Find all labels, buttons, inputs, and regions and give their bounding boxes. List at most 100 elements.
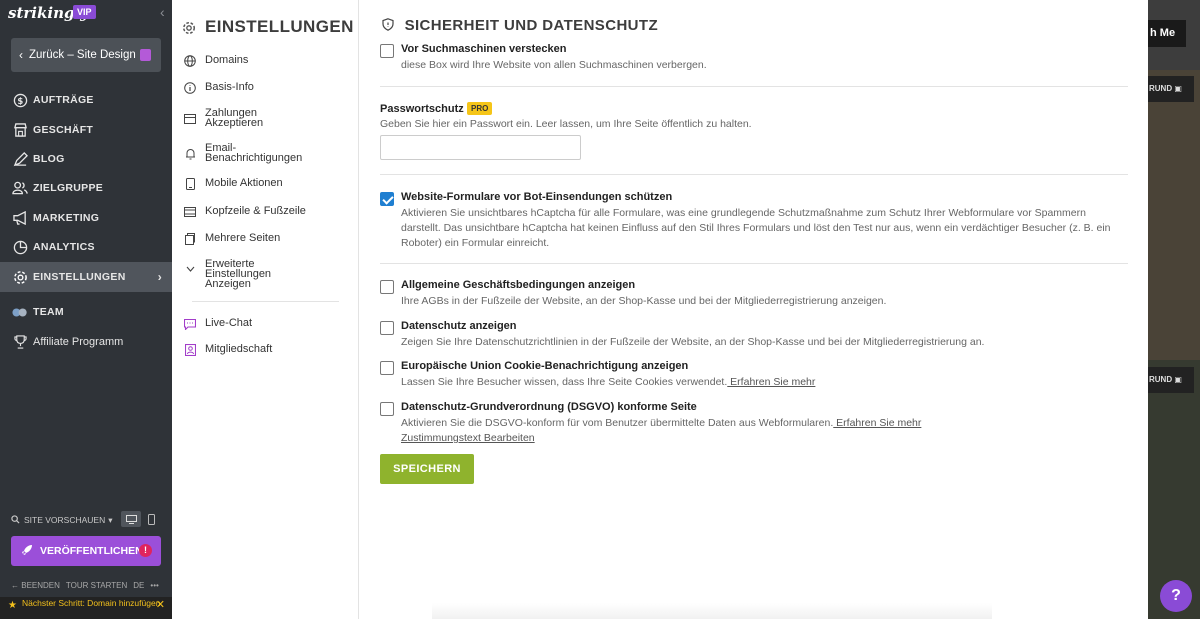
chevron-down-icon <box>183 262 197 276</box>
back-to-site-design-button[interactable]: ‹ Zurück – Site Design <box>11 38 161 72</box>
sidebar-item-analytics[interactable]: ANALYTICS <box>0 232 172 262</box>
section-title: SICHERHEIT UND DATENSCHUTZ <box>382 17 658 35</box>
save-button[interactable]: SPEICHERN <box>380 454 474 484</box>
dollar-circle-icon: $ <box>12 92 28 108</box>
sidebar-item-label: ZIELGRUPPE <box>33 182 104 194</box>
settings-nav-payments[interactable]: Zahlungen Akzeptieren <box>184 108 285 129</box>
terms-checkbox[interactable] <box>380 280 394 294</box>
close-icon[interactable]: ✕ <box>156 600 165 611</box>
settings-nav-advanced-toggle[interactable]: Erweiterte Einstellungen Anzeigen <box>186 259 305 290</box>
hide-from-search-label[interactable]: Vor Suchmaschinen verstecken <box>401 43 566 55</box>
edit-consent-text-link[interactable]: Zustimmungstext Bearbeiten <box>401 432 535 444</box>
editor-bottom-links: ← BEENDEN TOUR STARTEN DE ••• <box>11 581 159 590</box>
terms-label[interactable]: Allgemeine Geschäftsbedingungen anzeigen <box>401 279 635 291</box>
settings-nav-mobile-actions[interactable]: Mobile Aktionen <box>185 178 283 190</box>
mobile-preview-button[interactable] <box>145 511 157 527</box>
search-icon <box>11 514 20 526</box>
publish-warning-badge: ! <box>139 544 152 557</box>
gear-icon <box>172 18 196 38</box>
gdpr-learn-more-link[interactable]: Erfahren Sie mehr <box>833 417 921 429</box>
preview-background-tag: RUND ▣ <box>1148 76 1194 102</box>
start-tour-link[interactable]: TOUR STARTEN <box>66 581 127 590</box>
cookie-desc: Lassen Sie Ihre Besucher wissen, dass Ih… <box>401 376 816 388</box>
collapse-sidebar-icon[interactable]: ‹ <box>160 4 165 20</box>
shield-icon <box>382 18 394 35</box>
sidebar-item-einstellungen[interactable]: EINSTELLUNGEN › <box>0 262 172 292</box>
trophy-icon <box>12 334 28 350</box>
settings-nav-basis-info[interactable]: Basis-Info <box>184 82 254 94</box>
member-icon <box>183 343 197 357</box>
layout-icon <box>183 205 197 219</box>
next-step-text: Nächster Schritt: Domain hinzufügen <box>22 598 161 608</box>
settings-nav: EINSTELLUNGEN Domains Basis-Info Zahlung… <box>172 0 359 619</box>
sidebar-item-label: BLOG <box>33 153 65 165</box>
settings-nav-live-chat[interactable]: Live-Chat <box>184 318 252 330</box>
terms-desc: Ihre AGBs in der Fußzeile der Website, a… <box>401 295 887 307</box>
card-icon <box>183 112 197 126</box>
globe-icon <box>183 54 197 68</box>
sidebar-item-auftraege[interactable]: $ AUFTRÄGE <box>0 85 172 115</box>
svg-text:$: $ <box>17 95 23 105</box>
panel-bottom-shadow <box>432 603 992 619</box>
privacy-desc: Zeigen Sie Ihre Datenschutzrichtlinien i… <box>401 336 985 348</box>
language-link[interactable]: DE <box>133 581 144 590</box>
sidebar-item-label: TEAM <box>33 306 64 318</box>
site-preview-label: SITE VORSCHAUEN <box>24 515 106 525</box>
security-privacy-section: SICHERHEIT UND DATENSCHUTZ Vor Suchmasch… <box>380 0 1128 619</box>
bot-protection-checkbox[interactable] <box>380 192 394 206</box>
mobile-icon <box>147 513 155 525</box>
sidebar-item-label: EINSTELLUNGEN <box>33 271 126 283</box>
gdpr-label[interactable]: Datenschutz-Grundverordnung (DSGVO) konf… <box>401 401 697 413</box>
desktop-preview-button[interactable] <box>121 511 141 527</box>
sidebar-item-label: GESCHÄFT <box>33 124 94 136</box>
settings-nav-header-footer[interactable]: Kopfzeile & Fußzeile <box>184 206 306 217</box>
cookie-learn-more-link[interactable]: Erfahren Sie mehr <box>727 376 815 388</box>
settings-nav-multiple-pages[interactable]: Mehrere Seiten <box>185 233 280 245</box>
more-options-icon[interactable]: ••• <box>150 581 158 590</box>
exit-link[interactable]: ← BEENDEN <box>11 581 60 590</box>
bot-protection-label[interactable]: Website-Formulare vor Bot-Einsendungen s… <box>401 191 672 203</box>
chevron-right-icon: › <box>157 270 162 284</box>
publish-button[interactable]: VERÖFFENTLICHEN ! <box>11 536 161 566</box>
privacy-checkbox[interactable] <box>380 321 394 335</box>
preview-image <box>1148 70 1200 360</box>
help-button[interactable]: ? <box>1160 580 1192 612</box>
password-input[interactable] <box>380 135 581 160</box>
sidebar-item-team[interactable]: TEAM <box>0 297 172 327</box>
sidebar-item-zielgruppe[interactable]: ZIELGRUPPE <box>0 173 172 203</box>
settings-nav-domains[interactable]: Domains <box>184 55 248 67</box>
sidebar-item-marketing[interactable]: MARKETING <box>0 203 172 233</box>
sidebar-item-label: AUFTRÄGE <box>33 94 94 106</box>
people-icon <box>12 180 28 196</box>
privacy-label[interactable]: Datenschutz anzeigen <box>401 320 517 332</box>
settings-nav-membership[interactable]: Mitgliedschaft <box>184 344 272 356</box>
section-divider <box>380 263 1128 264</box>
cookie-label[interactable]: Europäische Union Cookie-Benachrichtigun… <box>401 360 688 372</box>
star-icon: ★ <box>8 600 17 611</box>
site-design-icon <box>140 49 151 61</box>
preview-cta-button: h Me <box>1148 20 1186 47</box>
hide-from-search-desc: diese Box wird Ihre Website von allen Su… <box>401 59 707 71</box>
chat-icon <box>183 317 197 331</box>
megaphone-icon <box>12 210 28 226</box>
desktop-icon <box>125 514 137 524</box>
sidebar-item-blog[interactable]: BLOG <box>0 144 172 174</box>
caret-down-icon: ▾ <box>108 514 113 525</box>
password-label: Passwortschutz <box>380 103 464 115</box>
pro-badge: PRO <box>467 102 493 115</box>
next-step-banner[interactable]: ★ Nächster Schritt: Domain hinzufügen ✕ <box>0 597 172 619</box>
rocket-icon <box>21 544 33 559</box>
sidebar-item-geschaeft[interactable]: GESCHÄFT <box>0 115 172 145</box>
sidebar-item-label: Affiliate Programm <box>33 336 124 348</box>
pen-icon <box>12 151 28 167</box>
sidebar-item-affiliate[interactable]: Affiliate Programm <box>0 327 172 357</box>
gdpr-checkbox[interactable] <box>380 402 394 416</box>
hide-from-search-checkbox[interactable] <box>380 44 394 58</box>
gear-icon <box>12 269 28 285</box>
mobile-icon <box>183 177 197 191</box>
cookie-checkbox[interactable] <box>380 361 394 375</box>
settings-nav-divider <box>192 301 339 302</box>
publish-label: VERÖFFENTLICHEN <box>40 545 143 557</box>
pages-icon <box>183 232 197 246</box>
settings-nav-email-notifications[interactable]: Email-Benachrichtigungen <box>185 143 305 164</box>
